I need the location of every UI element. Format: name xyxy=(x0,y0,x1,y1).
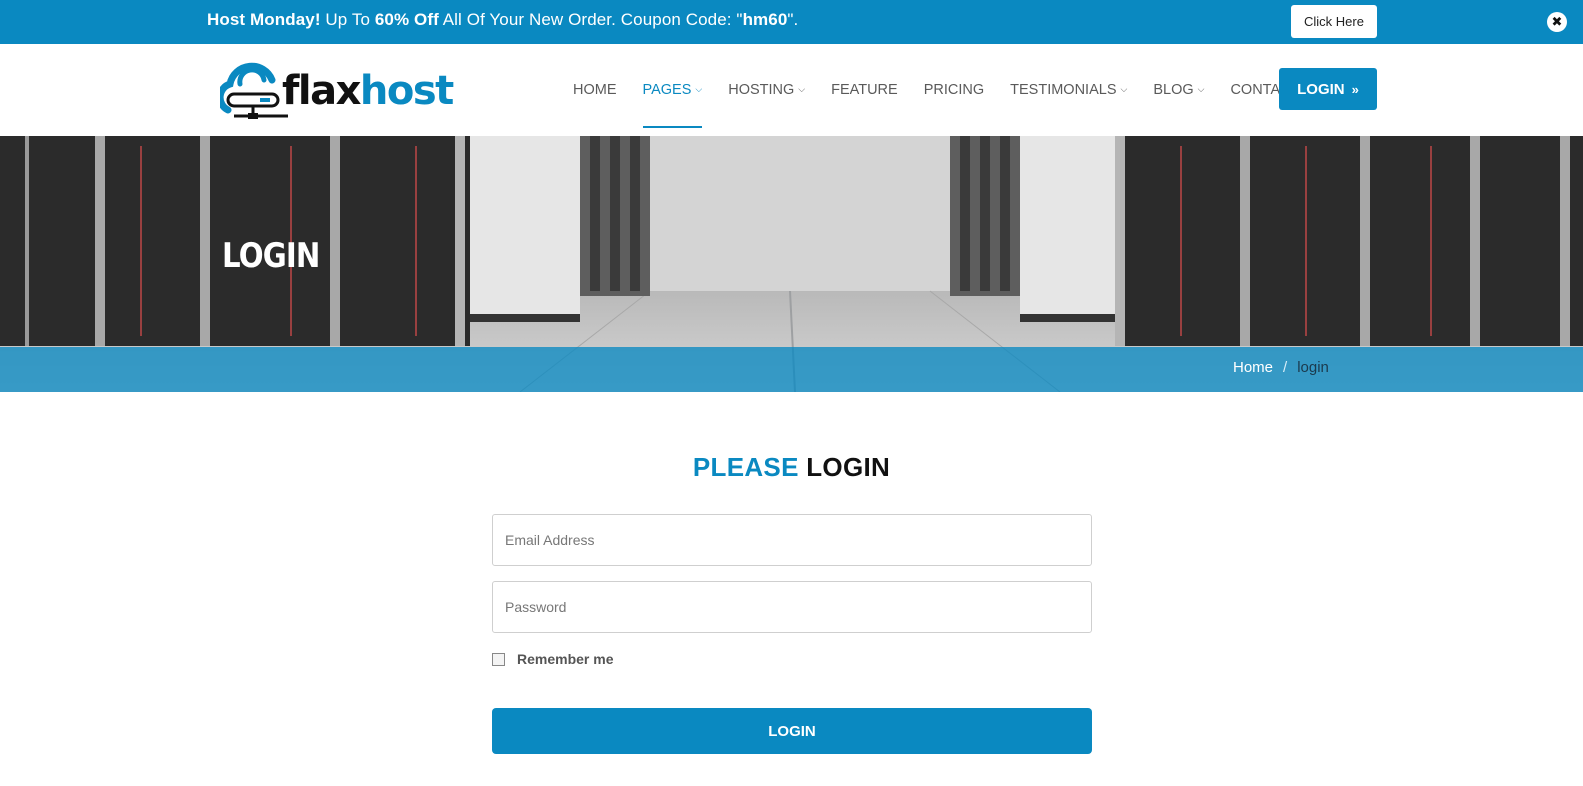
nav-label: PAGES xyxy=(642,82,692,98)
promo-text-2: All Of Your New Order. Coupon Code: " xyxy=(438,10,743,29)
promo-lead: Host Monday! xyxy=(207,10,321,29)
breadcrumb: Home / login xyxy=(1233,359,1329,376)
main-nav: HOME PAGES ⌵ HOSTING ⌵ FEATURE PRICING TES… xyxy=(573,44,1325,136)
email-field[interactable] xyxy=(492,514,1092,566)
nav-item-pricing[interactable]: PRICING xyxy=(924,44,984,136)
double-chevron-right-icon: » xyxy=(1351,81,1359,97)
form-title-part1: PLEASE xyxy=(692,452,799,482)
nav-item-testimonials[interactable]: TESTIMONIALS ⌵ xyxy=(1010,44,1127,136)
breadcrumb-current: login xyxy=(1297,359,1329,376)
header-login-label: LOGIN xyxy=(1297,80,1345,98)
chevron-down-icon: ⌵ xyxy=(1197,83,1205,94)
nav-label: HOME xyxy=(573,82,617,98)
page-banner: LOGIN Home / login xyxy=(0,136,1583,392)
logo[interactable]: flaxhost xyxy=(216,58,455,124)
promo-text-1: Up To xyxy=(320,10,375,29)
site-header: flaxhost HOME PAGES ⌵ HOSTING ⌵ FEATURE PR… xyxy=(0,44,1583,136)
nav-item-pages[interactable]: PAGES ⌵ xyxy=(642,44,703,136)
nav-item-feature[interactable]: FEATURE xyxy=(831,44,898,136)
nav-item-hosting[interactable]: HOSTING ⌵ xyxy=(728,44,805,136)
promo-click-here-button[interactable]: Click Here xyxy=(1291,5,1377,38)
page-title: LOGIN xyxy=(222,236,320,276)
remember-me-row: Remember me xyxy=(492,651,614,667)
form-title-part2: LOGIN xyxy=(806,452,891,482)
password-field[interactable] xyxy=(492,581,1092,633)
logo-text-part1: flax xyxy=(282,68,361,114)
logo-text: flaxhost xyxy=(282,68,454,114)
nav-item-home[interactable]: HOME xyxy=(573,44,617,136)
remember-me-label[interactable]: Remember me xyxy=(517,651,614,667)
nav-item-blog[interactable]: BLOG ⌵ xyxy=(1153,44,1204,136)
breadcrumb-bar: Home / login xyxy=(0,347,1583,392)
form-title: PLEASE LOGIN xyxy=(0,452,1583,483)
promo-text-3: ". xyxy=(787,10,799,29)
logo-text-part2: host xyxy=(359,68,454,114)
promo-text: Host Monday! Up To 60% Off All Of Your N… xyxy=(207,10,798,30)
chevron-down-icon: ⌵ xyxy=(798,83,806,94)
close-icon[interactable]: ✖ xyxy=(1547,12,1567,32)
promo-discount: 60% Off xyxy=(374,10,439,29)
nav-label: PRICING xyxy=(923,82,985,98)
nav-label: BLOG xyxy=(1153,82,1194,98)
breadcrumb-separator: / xyxy=(1283,359,1288,376)
chevron-down-icon: ⌵ xyxy=(695,83,703,94)
promo-bar: Host Monday! Up To 60% Off All Of Your N… xyxy=(0,0,1583,44)
cloud-server-icon xyxy=(216,62,288,119)
header-login-button[interactable]: LOGIN » xyxy=(1279,68,1377,110)
nav-label: FEATURE xyxy=(831,82,898,98)
nav-label: HOSTING xyxy=(728,82,795,98)
remember-me-checkbox[interactable] xyxy=(492,652,505,666)
breadcrumb-home-link[interactable]: Home xyxy=(1233,359,1273,376)
nav-label: TESTIMONIALS xyxy=(1010,82,1117,98)
promo-coupon-code: hm60 xyxy=(742,10,788,29)
chevron-down-icon: ⌵ xyxy=(1120,83,1128,94)
login-submit-button[interactable]: LOGIN xyxy=(492,708,1092,754)
